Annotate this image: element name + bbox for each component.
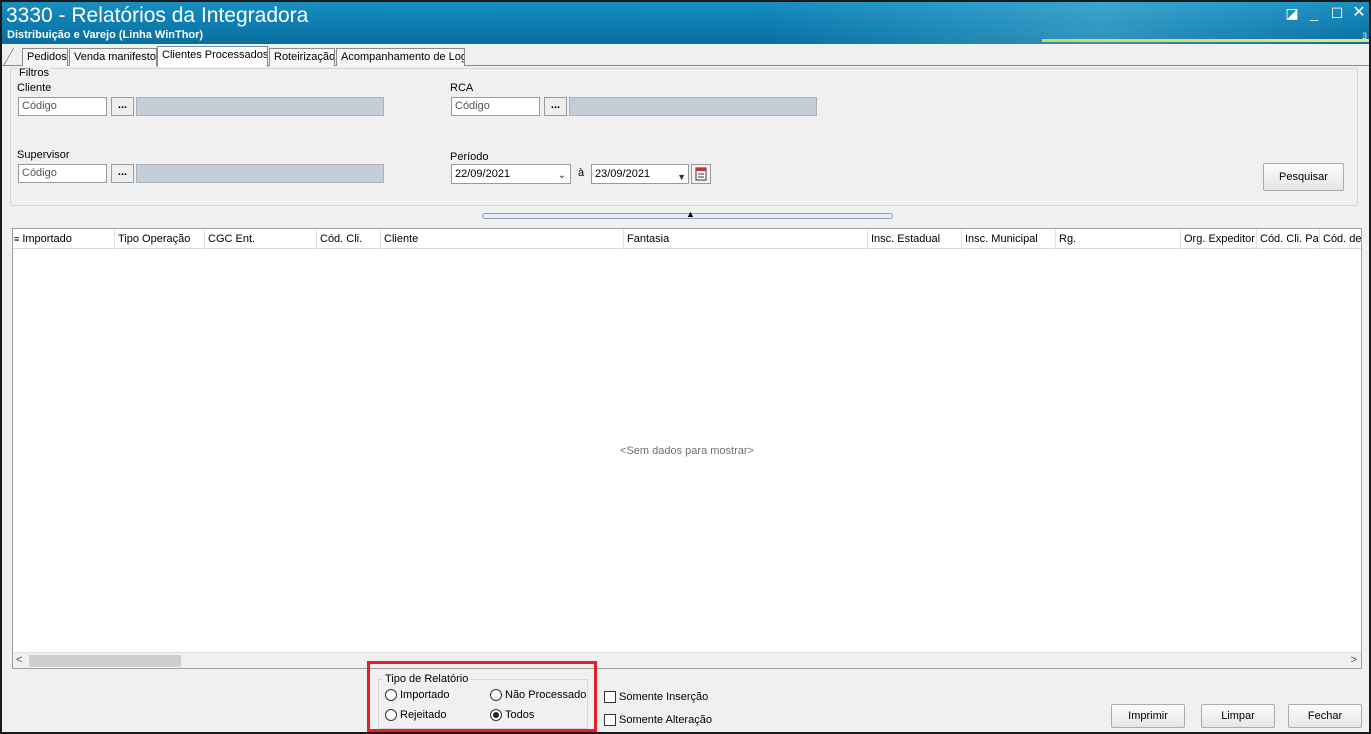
tab-clientes-processados[interactable]: Clientes Processados	[157, 46, 268, 67]
supervisor-label: Supervisor	[17, 149, 70, 161]
cliente-label: Cliente	[17, 82, 52, 94]
rca-lookup-button[interactable]: ...	[544, 97, 567, 116]
cliente-description-field	[136, 97, 384, 116]
side-number: 3	[1361, 31, 1367, 41]
calendar-icon[interactable]	[691, 164, 711, 184]
supervisor-description-field	[136, 164, 384, 183]
radio-circle	[385, 689, 397, 701]
checkbox-somente-insercao[interactable]: Somente Inserção	[604, 691, 708, 703]
close-button[interactable]: Fechar	[1288, 704, 1362, 728]
tab-pedidos[interactable]: Pedidos	[22, 48, 68, 66]
maximize-icon[interactable]: ☐	[1329, 6, 1345, 20]
checkbox-somente-alteracao-label: Somente Alteração	[619, 714, 712, 726]
col-insc-estadual[interactable]: Insc. Estadual	[868, 229, 962, 249]
radio-todos-label: Todos	[505, 709, 535, 721]
supervisor-code-input[interactable]: Código	[18, 164, 107, 183]
radio-todos[interactable]: Todos	[490, 709, 534, 721]
radio-circle	[490, 689, 502, 701]
results-grid: ≡ Importado Tipo Operação CGC Ent. Cód. …	[12, 228, 1362, 669]
grid-header: ≡ Importado Tipo Operação CGC Ent. Cód. …	[13, 229, 1361, 249]
radio-circle-selected	[490, 709, 502, 721]
clear-button[interactable]: Limpar	[1201, 704, 1275, 728]
search-button[interactable]: Pesquisar	[1263, 163, 1344, 191]
col-cgc-ent[interactable]: CGC Ent.	[205, 229, 317, 249]
checkbox-somente-alteracao[interactable]: Somente Alteração	[604, 714, 712, 726]
radio-rejeitado-label: Rejeitado	[400, 709, 447, 721]
radio-nao-processado-label: Não Processado	[505, 689, 587, 701]
rca-description-field	[569, 97, 817, 116]
rca-label: RCA	[450, 82, 474, 94]
filters-panel: Filtros Cliente Código ... RCA Código ..…	[10, 67, 1358, 206]
radio-nao-processado[interactable]: Não Processado	[490, 689, 586, 701]
periodo-start-value: 22/09/2021	[455, 168, 511, 180]
print-button[interactable]: Imprimir	[1111, 704, 1185, 728]
col-insc-municipal[interactable]: Insc. Municipal	[962, 229, 1056, 249]
checkbox-somente-insercao-label: Somente Inserção	[619, 691, 709, 703]
supervisor-lookup-button[interactable]: ...	[111, 164, 134, 183]
report-type-group: Tipo de Relatório	[378, 673, 588, 729]
rca-code-input[interactable]: Código	[451, 97, 540, 116]
collapse-caret-icon[interactable]: ▲	[686, 209, 695, 219]
report-type-legend: Tipo de Relatório	[383, 673, 471, 685]
minimize-icon[interactable]: _	[1306, 6, 1322, 20]
checkbox-box	[604, 691, 616, 703]
title-bar: 3330 - Relatórios da Integradora Distrib…	[2, 2, 1369, 44]
periodo-separator: à	[578, 167, 585, 179]
cliente-lookup-button[interactable]: ...	[111, 97, 134, 116]
tab-strip: Pedidos Venda manifesto Clientes Process…	[2, 44, 1369, 67]
radio-importado-label: Importado	[400, 689, 450, 701]
column-menu-icon[interactable]: ≡ Importado	[13, 229, 115, 249]
checkbox-box	[604, 714, 616, 726]
window-title: 3330 - Relatórios da Integradora	[6, 4, 309, 27]
col-cod-cli-pal[interactable]: Cód. Cli. Pal	[1257, 229, 1320, 249]
radio-importado[interactable]: Importado	[385, 689, 450, 701]
col-cliente[interactable]: Cliente	[381, 229, 624, 249]
filters-legend: Filtros	[17, 67, 51, 79]
radio-circle	[385, 709, 397, 721]
col-cod-cli[interactable]: Cód. Cli.	[317, 229, 381, 249]
periodo-start-date[interactable]: 22/09/2021 ⌄	[451, 164, 571, 184]
chevron-down-icon[interactable]: ⌄	[558, 167, 566, 185]
scroll-right-icon[interactable]: >	[1351, 654, 1357, 666]
periodo-end-value: 23/09/2021	[595, 168, 651, 180]
col-org-expeditor[interactable]: Org. Expeditor	[1181, 229, 1257, 249]
col-rg[interactable]: Rg.	[1056, 229, 1181, 249]
periodo-label: Período	[450, 151, 489, 163]
tab-roteirizacao[interactable]: Roteirização	[269, 48, 335, 66]
col-importado[interactable]: Importado	[22, 233, 72, 245]
tab-acompanhamento-log[interactable]: Acompanhamento de Log	[336, 48, 465, 66]
dropdown-arrow-icon[interactable]: ▼	[677, 168, 686, 186]
close-icon[interactable]: ✕	[1351, 5, 1367, 21]
periodo-end-date[interactable]: 23/09/2021 ▼	[591, 164, 689, 184]
col-fantasia[interactable]: Fantasia	[624, 229, 868, 249]
restore-icon[interactable]: ◪	[1284, 6, 1300, 20]
radio-rejeitado[interactable]: Rejeitado	[385, 709, 446, 721]
cliente-code-input[interactable]: Código	[18, 97, 107, 116]
scroll-left-icon[interactable]: <	[16, 654, 22, 666]
col-cod-de[interactable]: Cód. de	[1320, 229, 1361, 249]
horizontal-scrollbar[interactable]: < >	[13, 652, 1361, 668]
scrollbar-thumb[interactable]	[29, 655, 181, 667]
tab-venda-manifesto[interactable]: Venda manifesto	[69, 48, 157, 66]
empty-grid-message: <Sem dados para mostrar>	[620, 445, 754, 457]
window-subtitle: Distribuição e Varejo (Linha WinThor)	[7, 29, 204, 41]
col-tipo-operacao[interactable]: Tipo Operação	[115, 229, 205, 249]
app-window: 3330 - Relatórios da Integradora Distrib…	[0, 0, 1371, 734]
